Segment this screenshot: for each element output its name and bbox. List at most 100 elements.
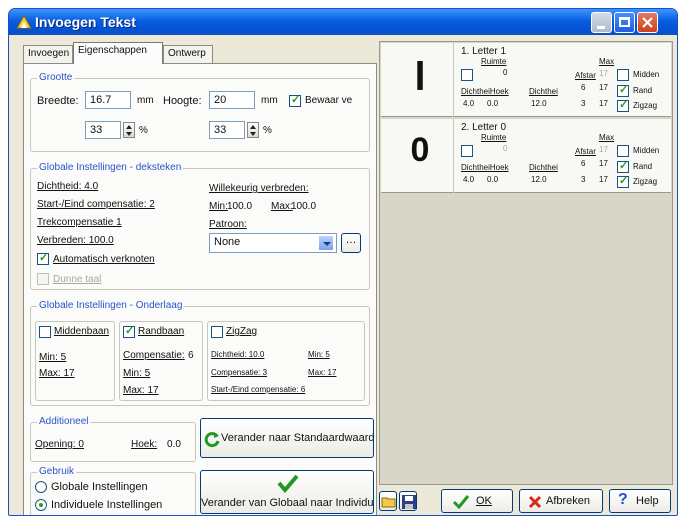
zigzag-checkbox[interactable] — [617, 174, 629, 188]
save-icon — [402, 495, 416, 509]
opening-text[interactable]: Opening: 0 — [35, 439, 84, 450]
zig-start[interactable]: Start-/Eind compensatie: 6 — [211, 385, 305, 394]
afstar-label: Afstar — [575, 71, 596, 80]
auto-verknoten-checkbox[interactable] — [37, 251, 49, 265]
maximize-button[interactable] — [614, 12, 635, 33]
open-button[interactable] — [379, 491, 397, 511]
globale-radio[interactable] — [35, 481, 47, 493]
rand-comp-value[interactable]: 6 — [188, 350, 194, 361]
ok-button[interactable]: OK — [441, 489, 513, 513]
verbreden-text[interactable]: Verbreden: 100.0 — [37, 235, 114, 246]
hoogte-percent-spinner[interactable] — [247, 122, 259, 138]
min-value: 6 — [581, 83, 586, 92]
dicht-value: 12.0 — [531, 175, 547, 184]
dh-label: DichtheiHoek — [461, 87, 509, 96]
dicht-label: Dichthei — [529, 163, 558, 172]
list-item[interactable]: l 1. Letter 1 Ruimte 0 Max Afstar 17 Dic… — [381, 43, 671, 117]
tab-eigenschappen[interactable]: Eigenschappen — [73, 42, 163, 64]
individuele-radio[interactable] — [35, 499, 47, 511]
max-label: Max: — [271, 201, 293, 212]
letter-checkbox[interactable] — [461, 69, 473, 81]
check-icon — [277, 474, 299, 493]
breedte-unit: mm — [137, 95, 154, 106]
patroon-select[interactable]: None — [209, 233, 337, 253]
zig-comp[interactable]: Compensatie: 3 — [211, 368, 267, 377]
breedte-percent-input[interactable]: 33 — [85, 121, 121, 139]
rand-checkbox[interactable] — [617, 159, 629, 173]
hoek-value[interactable]: 0.0 — [167, 439, 181, 450]
bewaar-label: Bewaar ve — [305, 95, 353, 106]
breedte-percent-spinner[interactable] — [123, 122, 135, 138]
close-icon — [642, 17, 653, 28]
help-button[interactable]: ? Help — [609, 489, 671, 513]
zigzag-checkbox[interactable] — [617, 98, 629, 112]
zig-min[interactable]: Min: 5 — [308, 350, 330, 359]
patroon-browse-button[interactable]: … — [341, 233, 361, 253]
max-value[interactable]: 100.0 — [291, 201, 316, 212]
min-value[interactable]: 100.0 — [227, 201, 252, 212]
randbaan-checkbox[interactable] — [123, 324, 135, 338]
dunne-taal-checkbox[interactable] — [37, 273, 49, 285]
rand-max[interactable]: Max: 17 — [123, 385, 159, 396]
ruimte-label: Ruimte — [481, 133, 507, 142]
title-bar[interactable]: Invoegen Tekst — [9, 9, 677, 35]
zig-max[interactable]: Max: 17 — [308, 368, 336, 377]
dichtheid-text[interactable]: Dichtheid: 4.0 — [37, 181, 98, 192]
dh-dichtheid: 4.0 — [463, 175, 475, 184]
additioneel-group: Additioneel Opening: 0 Hoek: 0.0 — [30, 416, 196, 462]
rand-min[interactable]: Min: 5 — [123, 368, 150, 379]
grootte-group: Grootte Breedte: 16.7 mm Hoogte: 20 mm B… — [30, 72, 370, 152]
breedte-input[interactable]: 16.7 — [85, 91, 131, 109]
afstar-label: Afstar — [575, 147, 596, 156]
midden-max[interactable]: Max: 17 — [39, 368, 75, 379]
hoogte-unit: mm — [261, 95, 278, 106]
save-button[interactable] — [399, 491, 417, 511]
hoogte-input[interactable]: 20 — [209, 91, 255, 109]
zig-dichtheid[interactable]: Dichtheid: 10.0 — [211, 350, 264, 359]
gebruik-group: Gebruik Globale Instellingen Individuele… — [30, 466, 196, 515]
percent-unit: % — [263, 125, 272, 136]
willekeurig-label: Willekeurig verbreden: — [209, 183, 309, 194]
letters-list: l 1. Letter 1 Ruimte 0 Max Afstar 17 Dic… — [379, 41, 673, 485]
zigzag-label: Zigzag — [633, 177, 658, 186]
deksteken-group: Globale Instellingen - deksteken Dichthe… — [30, 162, 370, 290]
zigzag-checkbox[interactable] — [211, 326, 223, 338]
midden-checkbox[interactable] — [617, 145, 629, 157]
window: Invoegen Tekst Invoegen Eigenschappen On… — [8, 8, 678, 516]
ruimte-value: 0 — [503, 68, 508, 77]
letter-glyph: 0 — [410, 131, 430, 169]
close-button[interactable] — [637, 12, 658, 33]
chevron-down-icon[interactable] — [318, 235, 334, 251]
tab-ontwerp[interactable]: Ontwerp — [163, 45, 213, 63]
afbreken-button[interactable]: Afbreken — [519, 489, 603, 513]
group-title: Globale Instellingen - deksteken — [37, 162, 184, 173]
hoogte-percent-input[interactable]: 33 — [209, 121, 245, 139]
letter-header: 1. Letter 1 — [461, 46, 507, 57]
list-item[interactable]: 0 2. Letter 0 Ruimte 0 Max Afstar 17 Dic… — [381, 119, 671, 193]
midden-label: Midden — [633, 70, 660, 79]
open-folder-icon — [381, 497, 396, 508]
max-value: 17 — [599, 83, 608, 92]
properties-panel: Grootte Breedte: 16.7 mm Hoogte: 20 mm B… — [23, 63, 377, 515]
globaal-naar-individueel-label: Verander van Globaal naar Individuee — [201, 497, 374, 509]
midden-min[interactable]: Min: 5 — [39, 352, 66, 363]
standaardwaarde-button[interactable]: Verander naar Standaardwaarde — [200, 418, 374, 458]
bewaar-checkbox[interactable] — [289, 93, 301, 107]
midden-subgroup: Middenbaan Min: 5 Max: 17 — [35, 321, 115, 401]
tab-invoegen[interactable]: Invoegen — [23, 45, 73, 63]
rand-label: Rand — [633, 86, 653, 95]
trek-text[interactable]: Trekcompensatie 1 — [37, 217, 122, 228]
globaal-naar-individueel-button[interactable]: Verander van Globaal naar Individuee — [200, 470, 374, 514]
rand-label: Rand — [633, 162, 653, 171]
middenbaan-checkbox[interactable] — [39, 326, 51, 338]
minimize-button[interactable] — [591, 12, 612, 33]
zigzag-subgroup: ZigZag Dichtheid: 10.0 Min: 5 Compensati… — [207, 321, 365, 401]
letter-checkbox[interactable] — [461, 145, 473, 157]
midden-checkbox[interactable] — [617, 69, 629, 81]
start-eind-text[interactable]: Start-/Eind compensatie: 2 — [37, 199, 155, 210]
tab-label: Invoegen — [28, 48, 70, 59]
group-title: Grootte — [37, 72, 75, 83]
rand-checkbox[interactable] — [617, 83, 629, 97]
standaardwaarde-label: Verander naar Standaardwaarde — [221, 432, 374, 444]
hoogte-label: Hoogte: — [163, 95, 202, 107]
